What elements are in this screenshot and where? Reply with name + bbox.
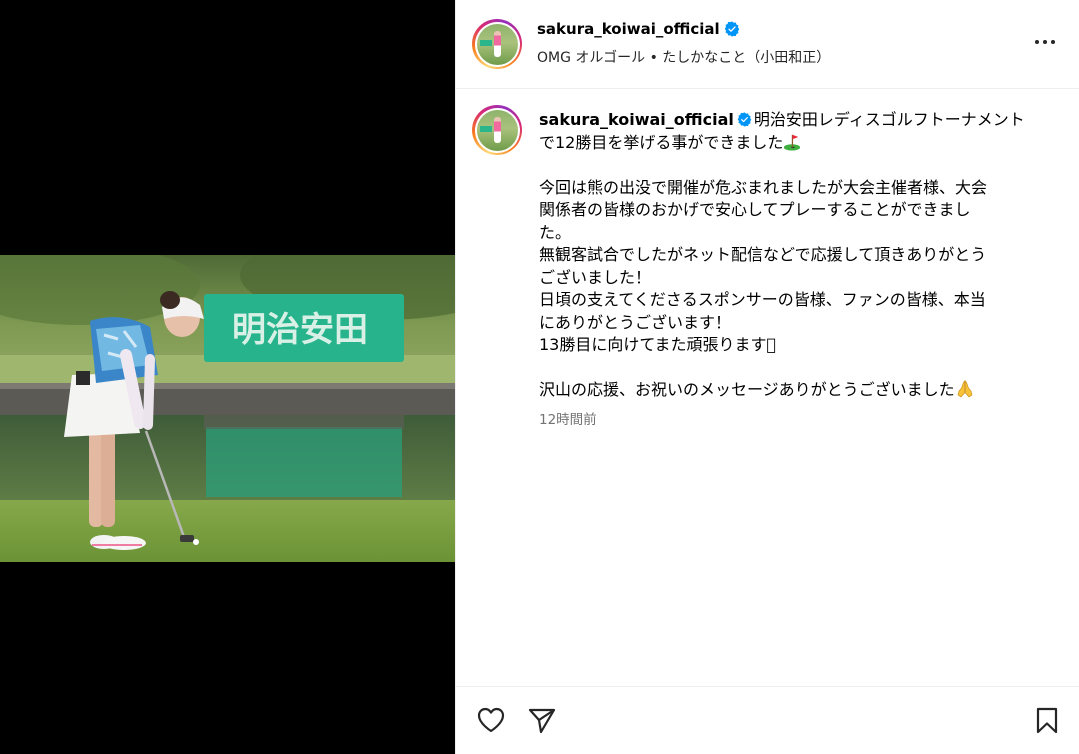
- verified-badge-icon: [737, 112, 752, 127]
- folded-hands-icon: [957, 380, 973, 398]
- caption-line-9: にありがとうございます！: [539, 312, 732, 332]
- audio-track-link[interactable]: OMG オルゴール • たしかなこと（小田和正）: [537, 47, 830, 67]
- caption-line-4: 関係者の皆様のおかげで安心してプレーすることができまし: [539, 200, 971, 219]
- avatar[interactable]: [472, 19, 522, 69]
- verified-badge-icon: [724, 21, 739, 37]
- caption-line-7: ございました！: [539, 267, 652, 287]
- post-details-pane: sakura_koiwai_official OMG オルゴール • たしかなこ…: [455, 0, 1079, 754]
- caption-line-10: 13勝目に向けてまた頑張ります􏰀: [539, 335, 777, 354]
- post-timestamp[interactable]: 12時間前: [539, 409, 1039, 432]
- media-viewer: 明治安田: [0, 0, 455, 754]
- caption-line-8: 日頃の支えてくださるスポンサーの皆様、ファンの皆様、本当: [539, 290, 986, 309]
- username-link[interactable]: sakura_koiwai_official: [537, 20, 720, 38]
- caption-line-5: た。: [539, 222, 572, 242]
- more-options-icon[interactable]: [1033, 30, 1057, 54]
- caption-text: sakura_koiwai_official 明治安田レディスゴルフトーナメント …: [539, 109, 1039, 431]
- post-header: sakura_koiwai_official OMG オルゴール • たしかなこ…: [456, 0, 1079, 89]
- action-bar: [456, 686, 1079, 754]
- caption-line-3: 今回は熊の出没で開催が危ぶまれましたが大会主催者様、大会: [539, 177, 988, 197]
- golf-flag-icon: [784, 134, 801, 151]
- caption-avatar[interactable]: [472, 105, 522, 155]
- caption-username-link[interactable]: sakura_koiwai_official: [539, 110, 734, 129]
- caption-line-6: 無観客試合でしたがネット配信などで応援して頂きありがとう: [539, 245, 987, 264]
- post-photo[interactable]: 明治安田: [0, 255, 455, 562]
- header-username-row: sakura_koiwai_official: [537, 20, 740, 38]
- heart-icon[interactable]: [476, 705, 506, 735]
- bookmark-icon[interactable]: [1032, 705, 1062, 735]
- instagram-post-modal: 明治安田 sakura_koiwai_official OMG オルゴール • …: [0, 0, 1079, 754]
- sign-text: 明治安田: [232, 310, 368, 350]
- caption-line-1: 明治安田レディスゴルフトーナメント: [753, 110, 1025, 129]
- caption-line-11: 沢山の応援、お祝いのメッセージありがとうございました: [539, 380, 955, 399]
- paper-plane-icon[interactable]: [527, 705, 557, 735]
- caption-line-2: で12勝目を挙げる事ができました: [539, 132, 784, 152]
